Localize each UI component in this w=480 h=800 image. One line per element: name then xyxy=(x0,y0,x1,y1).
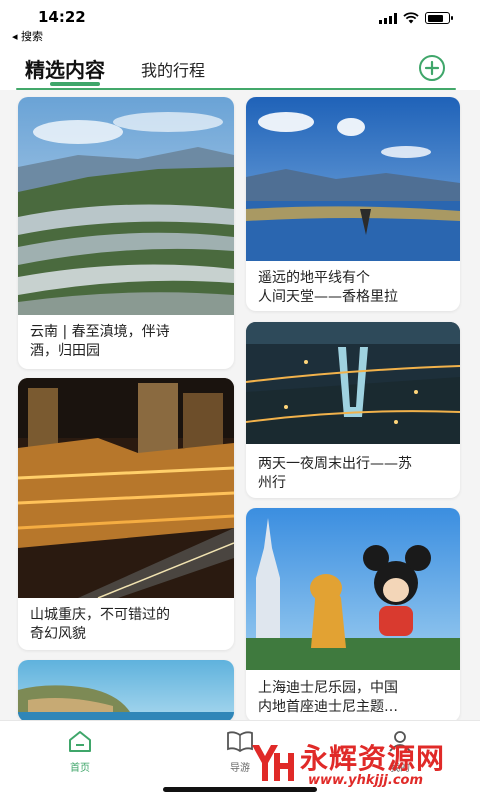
battery-icon xyxy=(425,12,453,24)
home-icon xyxy=(69,731,91,752)
content-card-shanghai-disney[interactable]: 上海迪士尼乐园，中国 内地首座迪士尼主题… xyxy=(246,508,460,722)
cellular-signal-icon xyxy=(379,12,397,24)
coast-island-photo xyxy=(18,660,234,722)
card-title: 遥远的地平线有个 人间天堂——香格里拉 xyxy=(258,270,398,305)
rice-terraces-photo xyxy=(18,97,234,315)
tab-my-trips[interactable]: 我的行程 xyxy=(141,57,205,81)
content-card-shangrila[interactable]: 遥远的地平线有个 人间天堂——香格里拉 xyxy=(246,97,460,311)
yh-logo xyxy=(252,745,294,781)
suzhou-night-aerial-photo xyxy=(246,322,460,444)
content-card-coast[interactable] xyxy=(18,660,234,722)
status-icons xyxy=(379,12,453,24)
tab-home[interactable]: 首页 xyxy=(50,729,110,774)
top-tab-header: 精选内容 我的行程 xyxy=(0,44,480,90)
tab-home-label: 首页 xyxy=(70,763,90,774)
wifi-icon xyxy=(403,12,419,24)
card-title: 两天一夜周末出行——苏 州行 xyxy=(258,456,412,491)
back-to-search-link[interactable]: ◂ 搜索 xyxy=(12,28,43,44)
watermark-text: 永辉资源网 xyxy=(300,742,446,775)
header-divider xyxy=(16,88,456,90)
chongqing-night-photo xyxy=(18,378,234,598)
clock: 14:22 xyxy=(38,8,86,26)
watermark: 永辉资源网 www.yhkjjj.com xyxy=(248,735,476,795)
tab-featured[interactable]: 精选内容 xyxy=(25,54,105,83)
card-title: 云南 | 春至滇境，伴诗 酒，归田园 xyxy=(30,324,170,359)
card-title: 山城重庆，不可错过的 奇幻风貌 xyxy=(30,607,170,642)
status-bar: 14:22 ◂ 搜索 xyxy=(0,0,480,44)
content-card-yunnan[interactable]: 云南 | 春至滇境，伴诗 酒，归田园 xyxy=(18,97,234,369)
disney-mickey-pluto-photo xyxy=(246,508,460,670)
watermark-url: www.yhkjjj.com xyxy=(308,773,424,788)
battery-fill xyxy=(427,14,443,22)
content-card-suzhou[interactable]: 两天一夜周末出行——苏 州行 xyxy=(246,322,460,498)
home-indicator xyxy=(163,787,317,792)
lake-sky-photo xyxy=(246,97,460,261)
active-tab-indicator xyxy=(50,82,100,86)
card-title: 上海迪士尼乐园，中国 内地首座迪士尼主题… xyxy=(258,680,398,715)
content-card-chongqing[interactable]: 山城重庆，不可错过的 奇幻风貌 xyxy=(18,378,234,650)
plus-circle-icon[interactable] xyxy=(418,54,446,82)
